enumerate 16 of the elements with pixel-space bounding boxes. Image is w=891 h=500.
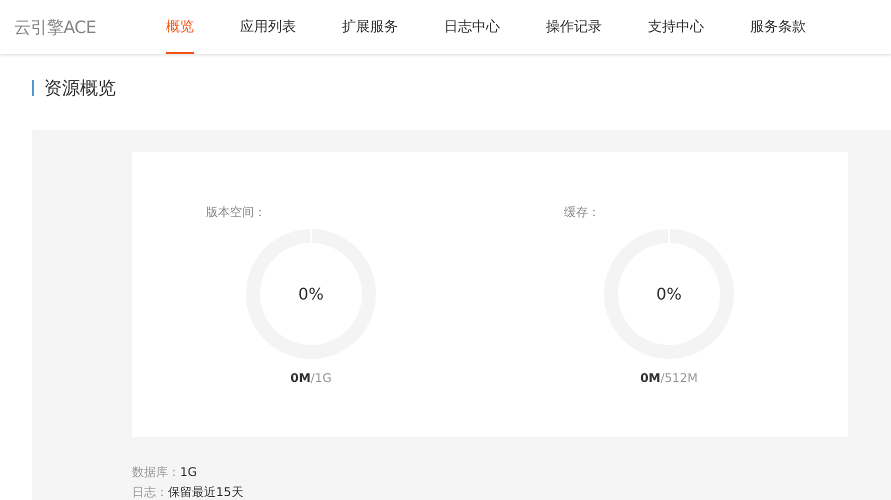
app-logo: 云引擎ACE: [13, 16, 97, 40]
percent-value: 0%: [298, 284, 324, 304]
usage-value: 0M/512M: [640, 371, 698, 385]
nav-tab[interactable]: 操作记录: [546, 0, 602, 54]
nav-tab[interactable]: 支持中心: [648, 0, 704, 54]
section-title: 资源概览: [44, 77, 116, 100]
gauge-label: 版本空间：: [206, 204, 266, 221]
detail-row-text: 日志：保留最近15天: [132, 485, 244, 499]
percent-value: 0%: [656, 284, 682, 304]
detail-row-text: 数据库：1G: [132, 465, 198, 479]
nav-tab[interactable]: 应用列表: [240, 0, 296, 54]
gauge-label: 缓存：: [564, 204, 600, 221]
nav-tab[interactable]: 扩展服务: [342, 0, 398, 54]
usage-value: 0M/1G: [290, 371, 332, 385]
nav-tab[interactable]: 日志中心: [444, 0, 500, 54]
nav-tab[interactable]: 服务条款: [750, 0, 806, 54]
